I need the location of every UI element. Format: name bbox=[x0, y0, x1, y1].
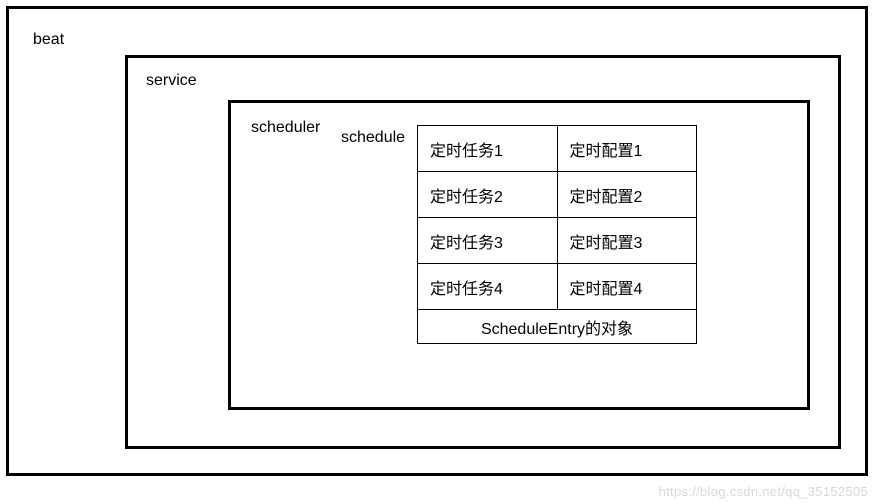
schedule-caption: ScheduleEntry的对象 bbox=[418, 310, 697, 344]
schedule-label: schedule bbox=[341, 129, 405, 147]
task-cell: 定时任务3 bbox=[418, 218, 558, 264]
config-cell: 定时配置1 bbox=[557, 126, 697, 172]
service-label: service bbox=[146, 72, 197, 90]
table-row: 定时任务4 定时配置4 bbox=[418, 264, 697, 310]
beat-label: beat bbox=[33, 31, 64, 49]
config-cell: 定时配置2 bbox=[557, 172, 697, 218]
schedule-table: 定时任务1 定时配置1 定时任务2 定时配置2 定时任务3 定时配置3 定时任务… bbox=[417, 125, 697, 344]
config-cell: 定时配置4 bbox=[557, 264, 697, 310]
task-cell: 定时任务1 bbox=[418, 126, 558, 172]
beat-box: beat service scheduler schedule 定时任务1 定时… bbox=[6, 6, 868, 476]
service-box: service scheduler schedule 定时任务1 定时配置1 定… bbox=[125, 55, 841, 449]
scheduler-label: scheduler bbox=[251, 119, 320, 137]
table-row: 定时任务3 定时配置3 bbox=[418, 218, 697, 264]
config-cell: 定时配置3 bbox=[557, 218, 697, 264]
caption-row: ScheduleEntry的对象 bbox=[418, 310, 697, 344]
watermark: https://blog.csdn.net/qq_35152505 bbox=[659, 484, 868, 499]
task-cell: 定时任务2 bbox=[418, 172, 558, 218]
task-cell: 定时任务4 bbox=[418, 264, 558, 310]
scheduler-box: scheduler schedule 定时任务1 定时配置1 定时任务2 定时配… bbox=[228, 100, 810, 410]
table-row: 定时任务2 定时配置2 bbox=[418, 172, 697, 218]
table-row: 定时任务1 定时配置1 bbox=[418, 126, 697, 172]
